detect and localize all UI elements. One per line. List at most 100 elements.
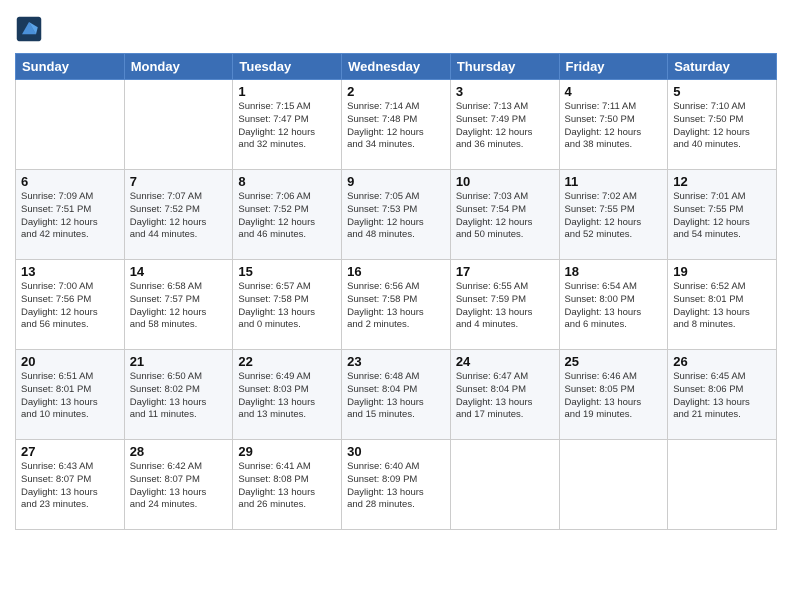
day-info: Sunrise: 6:43 AM Sunset: 8:07 PM Dayligh…	[21, 461, 119, 512]
day-number: 23	[347, 354, 445, 369]
calendar-cell	[16, 80, 125, 170]
day-number: 7	[130, 174, 228, 189]
calendar-week-row: 13 Sunrise: 7:00 AM Sunset: 7:56 PM Dayli…	[16, 260, 777, 350]
day-info: Sunrise: 6:46 AM Sunset: 8:05 PM Dayligh…	[565, 371, 663, 422]
day-info: Sunrise: 6:58 AM Sunset: 7:57 PM Dayligh…	[130, 281, 228, 332]
day-info: Sunrise: 7:05 AM Sunset: 7:53 PM Dayligh…	[347, 191, 445, 242]
day-info: Sunrise: 6:42 AM Sunset: 8:07 PM Dayligh…	[130, 461, 228, 512]
day-number: 14	[130, 264, 228, 279]
weekday-header: Monday	[124, 54, 233, 80]
weekday-header: Saturday	[668, 54, 777, 80]
calendar-cell: 5 Sunrise: 7:10 AM Sunset: 7:50 PM Daylig…	[668, 80, 777, 170]
day-info: Sunrise: 7:15 AM Sunset: 7:47 PM Dayligh…	[238, 101, 336, 152]
calendar-cell: 20 Sunrise: 6:51 AM Sunset: 8:01 PM Dayli…	[16, 350, 125, 440]
day-info: Sunrise: 7:07 AM Sunset: 7:52 PM Dayligh…	[130, 191, 228, 242]
calendar-cell	[559, 440, 668, 530]
calendar-cell: 24 Sunrise: 6:47 AM Sunset: 8:04 PM Dayli…	[450, 350, 559, 440]
weekday-header: Wednesday	[342, 54, 451, 80]
day-info: Sunrise: 6:49 AM Sunset: 8:03 PM Dayligh…	[238, 371, 336, 422]
day-number: 17	[456, 264, 554, 279]
calendar-cell: 8 Sunrise: 7:06 AM Sunset: 7:52 PM Daylig…	[233, 170, 342, 260]
calendar-cell: 26Sunrise: 6:45 AM Sunset: 8:06 PM Dayli…	[668, 350, 777, 440]
day-info: Sunrise: 6:47 AM Sunset: 8:04 PM Dayligh…	[456, 371, 554, 422]
calendar-cell: 19Sunrise: 6:52 AM Sunset: 8:01 PM Dayli…	[668, 260, 777, 350]
day-info: Sunrise: 6:56 AM Sunset: 7:58 PM Dayligh…	[347, 281, 445, 332]
day-info: Sunrise: 6:52 AM Sunset: 8:01 PM Dayligh…	[673, 281, 771, 332]
calendar-cell: 11 Sunrise: 7:02 AM Sunset: 7:55 PM Dayli…	[559, 170, 668, 260]
day-info: Sunrise: 7:02 AM Sunset: 7:55 PM Dayligh…	[565, 191, 663, 242]
day-info: Sunrise: 6:51 AM Sunset: 8:01 PM Dayligh…	[21, 371, 119, 422]
calendar-cell: 25 Sunrise: 6:46 AM Sunset: 8:05 PM Dayli…	[559, 350, 668, 440]
day-number: 21	[130, 354, 228, 369]
logo	[15, 15, 47, 43]
day-number: 25	[565, 354, 663, 369]
day-info: Sunrise: 7:13 AM Sunset: 7:49 PM Dayligh…	[456, 101, 554, 152]
calendar-cell: 7 Sunrise: 7:07 AM Sunset: 7:52 PM Daylig…	[124, 170, 233, 260]
calendar-cell: 18 Sunrise: 6:54 AM Sunset: 8:00 PM Dayli…	[559, 260, 668, 350]
day-number: 15	[238, 264, 336, 279]
day-number: 20	[21, 354, 119, 369]
day-number: 10	[456, 174, 554, 189]
day-number: 30	[347, 444, 445, 459]
calendar-cell: 17 Sunrise: 6:55 AM Sunset: 7:59 PM Dayli…	[450, 260, 559, 350]
calendar-cell: 14 Sunrise: 6:58 AM Sunset: 7:57 PM Dayli…	[124, 260, 233, 350]
calendar-cell: 21 Sunrise: 6:50 AM Sunset: 8:02 PM Dayli…	[124, 350, 233, 440]
day-number: 1	[238, 84, 336, 99]
day-info: Sunrise: 6:40 AM Sunset: 8:09 PM Dayligh…	[347, 461, 445, 512]
day-info: Sunrise: 6:45 AM Sunset: 8:06 PM Dayligh…	[673, 371, 771, 422]
day-info: Sunrise: 6:54 AM Sunset: 8:00 PM Dayligh…	[565, 281, 663, 332]
calendar-week-row: 27Sunrise: 6:43 AM Sunset: 8:07 PM Dayli…	[16, 440, 777, 530]
calendar-cell: 10 Sunrise: 7:03 AM Sunset: 7:54 PM Dayli…	[450, 170, 559, 260]
calendar-cell	[124, 80, 233, 170]
calendar-cell: 1 Sunrise: 7:15 AM Sunset: 7:47 PM Daylig…	[233, 80, 342, 170]
calendar-cell: 28 Sunrise: 6:42 AM Sunset: 8:07 PM Dayli…	[124, 440, 233, 530]
day-number: 18	[565, 264, 663, 279]
day-info: Sunrise: 7:10 AM Sunset: 7:50 PM Dayligh…	[673, 101, 771, 152]
day-info: Sunrise: 7:00 AM Sunset: 7:56 PM Dayligh…	[21, 281, 119, 332]
day-number: 22	[238, 354, 336, 369]
calendar-week-row: 1 Sunrise: 7:15 AM Sunset: 7:47 PM Daylig…	[16, 80, 777, 170]
day-number: 2	[347, 84, 445, 99]
day-info: Sunrise: 7:09 AM Sunset: 7:51 PM Dayligh…	[21, 191, 119, 242]
calendar-cell: 16 Sunrise: 6:56 AM Sunset: 7:58 PM Dayli…	[342, 260, 451, 350]
day-info: Sunrise: 7:03 AM Sunset: 7:54 PM Dayligh…	[456, 191, 554, 242]
day-info: Sunrise: 7:14 AM Sunset: 7:48 PM Dayligh…	[347, 101, 445, 152]
weekday-header: Tuesday	[233, 54, 342, 80]
day-number: 11	[565, 174, 663, 189]
day-number: 13	[21, 264, 119, 279]
calendar-cell: 13 Sunrise: 7:00 AM Sunset: 7:56 PM Dayli…	[16, 260, 125, 350]
day-number: 9	[347, 174, 445, 189]
weekday-header: Friday	[559, 54, 668, 80]
day-number: 28	[130, 444, 228, 459]
calendar-table: SundayMondayTuesdayWednesdayThursdayFrid…	[15, 53, 777, 530]
day-number: 29	[238, 444, 336, 459]
calendar-cell: 22 Sunrise: 6:49 AM Sunset: 8:03 PM Dayli…	[233, 350, 342, 440]
day-number: 3	[456, 84, 554, 99]
day-info: Sunrise: 6:50 AM Sunset: 8:02 PM Dayligh…	[130, 371, 228, 422]
calendar-cell: 2 Sunrise: 7:14 AM Sunset: 7:48 PM Daylig…	[342, 80, 451, 170]
calendar-cell: 6 Sunrise: 7:09 AM Sunset: 7:51 PM Daylig…	[16, 170, 125, 260]
day-number: 4	[565, 84, 663, 99]
calendar-cell: 15 Sunrise: 6:57 AM Sunset: 7:58 PM Dayli…	[233, 260, 342, 350]
day-info: Sunrise: 7:11 AM Sunset: 7:50 PM Dayligh…	[565, 101, 663, 152]
calendar-cell: 9 Sunrise: 7:05 AM Sunset: 7:53 PM Daylig…	[342, 170, 451, 260]
day-number: 24	[456, 354, 554, 369]
calendar-week-row: 20 Sunrise: 6:51 AM Sunset: 8:01 PM Dayli…	[16, 350, 777, 440]
day-info: Sunrise: 6:57 AM Sunset: 7:58 PM Dayligh…	[238, 281, 336, 332]
day-info: Sunrise: 6:55 AM Sunset: 7:59 PM Dayligh…	[456, 281, 554, 332]
calendar-header-row: SundayMondayTuesdayWednesdayThursdayFrid…	[16, 54, 777, 80]
day-number: 5	[673, 84, 771, 99]
calendar-week-row: 6 Sunrise: 7:09 AM Sunset: 7:51 PM Daylig…	[16, 170, 777, 260]
day-number: 16	[347, 264, 445, 279]
day-info: Sunrise: 7:06 AM Sunset: 7:52 PM Dayligh…	[238, 191, 336, 242]
day-info: Sunrise: 7:01 AM Sunset: 7:55 PM Dayligh…	[673, 191, 771, 242]
logo-icon	[15, 15, 43, 43]
weekday-header: Thursday	[450, 54, 559, 80]
calendar-cell: 23 Sunrise: 6:48 AM Sunset: 8:04 PM Dayli…	[342, 350, 451, 440]
day-number: 6	[21, 174, 119, 189]
day-info: Sunrise: 6:48 AM Sunset: 8:04 PM Dayligh…	[347, 371, 445, 422]
day-number: 8	[238, 174, 336, 189]
day-number: 12	[673, 174, 771, 189]
weekday-header: Sunday	[16, 54, 125, 80]
calendar-cell: 12 Sunrise: 7:01 AM Sunset: 7:55 PM Dayli…	[668, 170, 777, 260]
